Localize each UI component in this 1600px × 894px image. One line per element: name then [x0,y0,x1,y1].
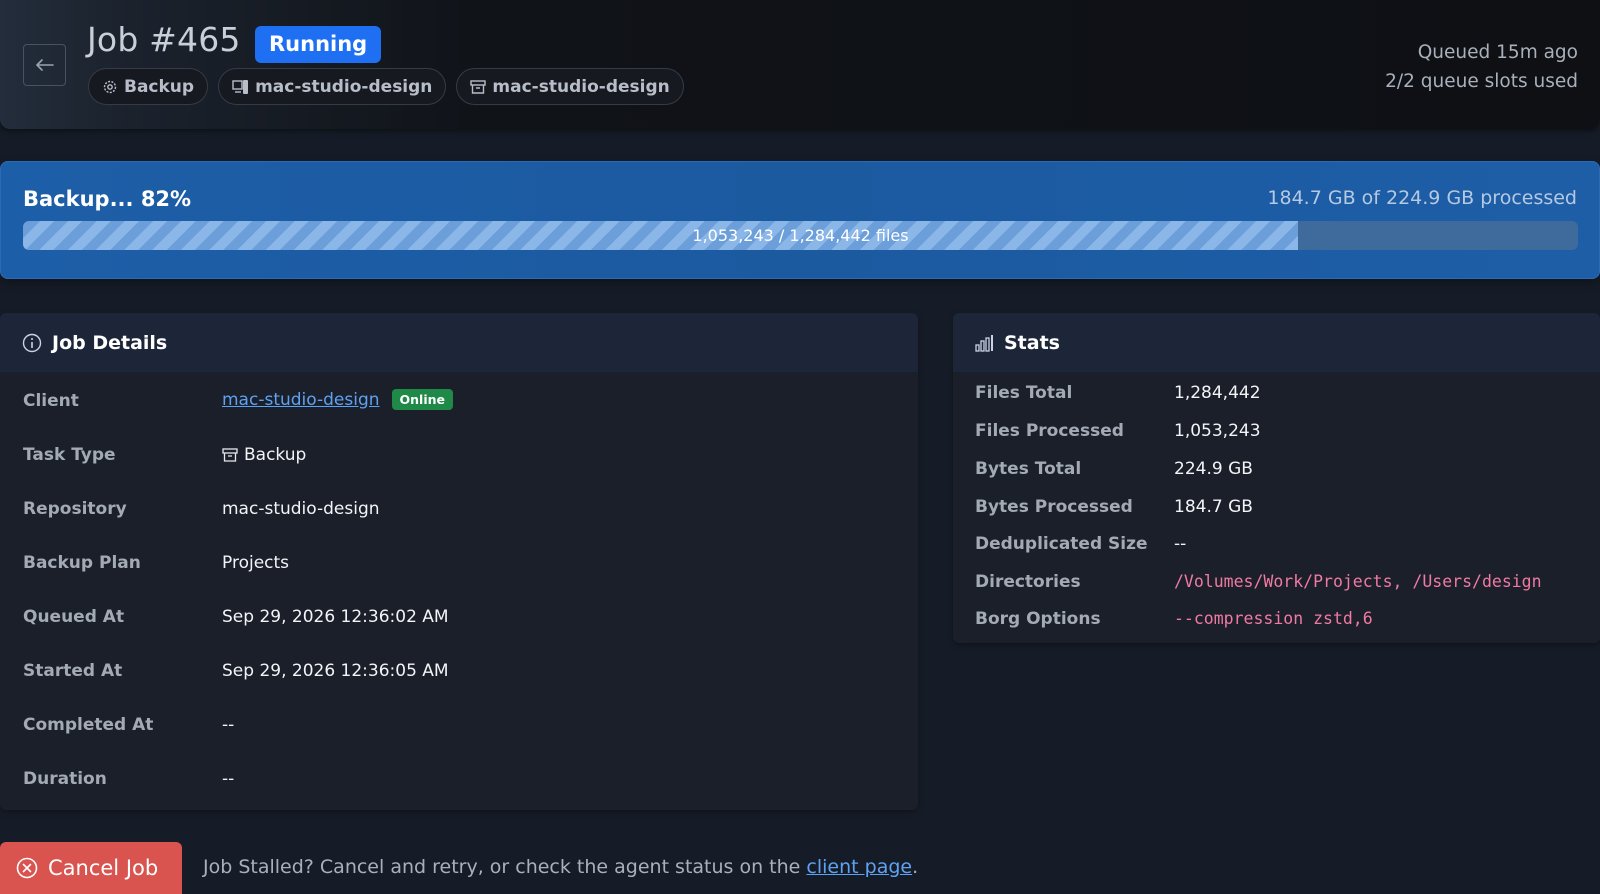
files-processed-label: Files Processed [975,421,1124,441]
started-at-label: Started At [23,661,123,681]
stats-card: Stats Files Total 1,284,442 Files Proces… [953,313,1600,643]
completed-at-label: Completed At [23,715,154,735]
gear-icon [103,80,117,93]
archive-icon [470,79,487,94]
duration-value: -- [222,769,235,789]
page-title: Job #465 [87,20,241,59]
repository-label: Repository [23,499,127,519]
progress-bar: 1,053,243 / 1,284,442 files [23,221,1578,250]
online-badge: Online [391,389,453,410]
queue-slots: 2/2 queue slots used [1385,71,1578,92]
chip-label: Backup [124,76,195,97]
directories-label: Directories [975,572,1081,592]
borg-options-value: --compression zstd,6 [1174,609,1373,628]
stats-header: Stats [953,313,1600,372]
directories-value: /Volumes/Work/Projects, /Users/design [1174,572,1542,591]
archive-icon [222,448,238,462]
progress-panel: Backup... 82% 184.7 GB of 224.9 GB proce… [0,161,1600,279]
back-button[interactable] [23,44,66,86]
stall-note-text: Job Stalled? Cancel and retry, or check … [203,856,807,878]
stats-title: Stats [1004,331,1060,354]
job-header: Job #465 Running Backup mac-studio-desig… [0,0,1600,129]
arrow-left-icon [35,59,54,71]
bar-chart-icon [975,334,993,352]
task-type-label: Task Type [23,445,116,465]
bytes-total-label: Bytes Total [975,459,1082,479]
client-label: Client [23,391,79,411]
info-icon [22,333,42,352]
files-total-label: Files Total [975,383,1073,403]
files-processed-value: 1,053,243 [1174,421,1261,441]
progress-files: 1,053,243 / 1,284,442 files [692,226,909,245]
device-icon [232,79,249,94]
queued-at-value: Sep 29, 2026 12:36:02 AM [222,607,449,627]
queued-time: Queued 15m ago [1417,42,1578,63]
chip-label: mac-studio-design [492,76,670,97]
task-type-text: Backup [244,445,307,465]
chip-repository[interactable]: mac-studio-design [456,68,684,105]
queue-info: Queued 15m ago 2/2 queue slots used [1385,38,1578,96]
cancel-job-label: Cancel Job [48,856,159,880]
deduplicated-size-value: -- [1174,534,1187,554]
cancel-job-button[interactable]: Cancel Job [0,842,182,894]
bytes-processed-value: 184.7 GB [1174,497,1253,517]
borg-options-label: Borg Options [975,609,1101,629]
bytes-processed-label: Bytes Processed [975,497,1133,517]
files-total-value: 1,284,442 [1174,383,1261,403]
started-at-value: Sep 29, 2026 12:36:05 AM [222,661,449,681]
client-link[interactable]: mac-studio-design [222,390,380,410]
repository-value: mac-studio-design [222,499,380,519]
status-badge: Running [255,26,382,63]
client-page-link[interactable]: client page [806,856,912,878]
stall-note-end: . [912,856,919,878]
job-chips: Backup mac-studio-design mac-studio-desi… [88,68,684,105]
chip-task-type[interactable]: Backup [88,68,209,105]
progress-label: Backup... 82% [23,187,192,211]
job-details-card: Job Details Client mac-studio-design Onl… [0,313,918,810]
chip-label: mac-studio-design [255,76,433,97]
queued-at-label: Queued At [23,607,125,627]
cancel-circle-icon [16,857,38,879]
bytes-total-value: 224.9 GB [1174,459,1253,479]
task-type-value: Backup [222,445,306,465]
progress-bytes: 184.7 GB of 224.9 GB processed [1267,187,1577,209]
client-value: mac-studio-design Online [222,389,453,410]
backup-plan-label: Backup Plan [23,553,141,573]
completed-at-value: -- [222,715,235,735]
job-details-title: Job Details [52,331,168,354]
stall-note: Job Stalled? Cancel and retry, or check … [203,856,918,878]
job-details-header: Job Details [0,313,918,372]
backup-plan-value: Projects [222,553,290,573]
deduplicated-size-label: Deduplicated Size [975,534,1148,554]
chip-client[interactable]: mac-studio-design [218,68,447,105]
duration-label: Duration [23,769,107,789]
